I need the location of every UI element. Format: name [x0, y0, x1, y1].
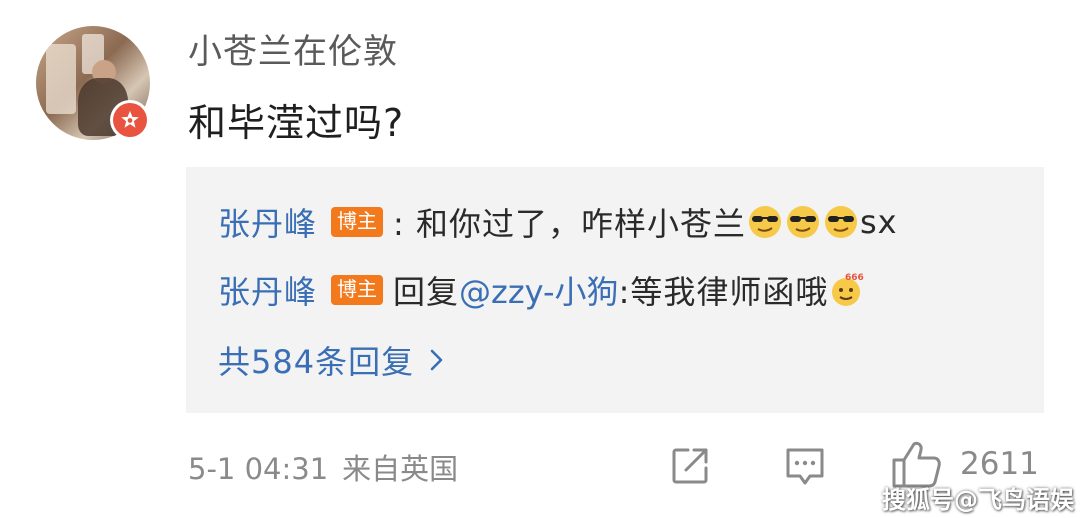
mention-link[interactable]: @zzy-小狗 — [459, 267, 619, 313]
comment-username[interactable]: 小苍兰在伦敦 — [188, 24, 398, 73]
reply-text: : 和你过了，咋样小苍兰 — [393, 205, 746, 243]
reply-item[interactable]: 张丹峰 博主 : 和你过了，咋样小苍兰 sx — [218, 199, 898, 245]
watermark: 搜狐号@飞鸟语娱 — [882, 486, 1074, 514]
more-replies-link[interactable]: 共584条回复 — [218, 337, 444, 383]
comment-meta: 5-1 04:31 来自英国 — [188, 446, 458, 488]
comment-card: 小苍兰在伦敦 和毕滢过吗? 张丹峰 博主 : 和你过了，咋样小苍兰 sx 张丹峰… — [0, 0, 1080, 518]
reply-box[interactable]: 张丹峰 博主 : 和你过了，咋样小苍兰 sx 张丹峰 博主 回复 @zzy-小狗… — [186, 167, 1044, 413]
reply-text: :等我律师函哦 — [618, 273, 829, 311]
author-tag-badge: 博主 — [331, 275, 384, 305]
like-count: 2611 — [960, 446, 1039, 482]
chevron-right-icon — [430, 341, 444, 379]
comment-icon[interactable] — [784, 446, 826, 492]
comment-text: 和毕滢过吗? — [188, 101, 405, 145]
reply-suffix-text: sx — [859, 203, 898, 241]
reply-author-name[interactable]: 张丹峰 — [218, 199, 317, 245]
reply-prefix: 回复 — [393, 273, 460, 311]
comment-time: 5-1 04:31 — [188, 452, 329, 486]
share-icon[interactable] — [670, 446, 710, 490]
comment-source: 来自英国 — [342, 452, 459, 486]
cool-sunglasses-emoji-icon — [823, 204, 859, 240]
reply-author-name[interactable]: 张丹峰 — [218, 267, 317, 313]
author-tag-badge: 博主 — [331, 207, 384, 237]
cool-sunglasses-emoji-icon — [785, 204, 821, 240]
verified-badge-icon — [110, 100, 150, 140]
666-emoji-icon: 666 — [829, 272, 865, 308]
cool-sunglasses-emoji-icon — [747, 204, 783, 240]
reply-item[interactable]: 张丹峰 博主 回复 @zzy-小狗 :等我律师函哦 666 — [218, 267, 866, 313]
svg-text:666: 666 — [845, 273, 864, 283]
more-replies-label: 共584条回复 — [218, 343, 415, 381]
